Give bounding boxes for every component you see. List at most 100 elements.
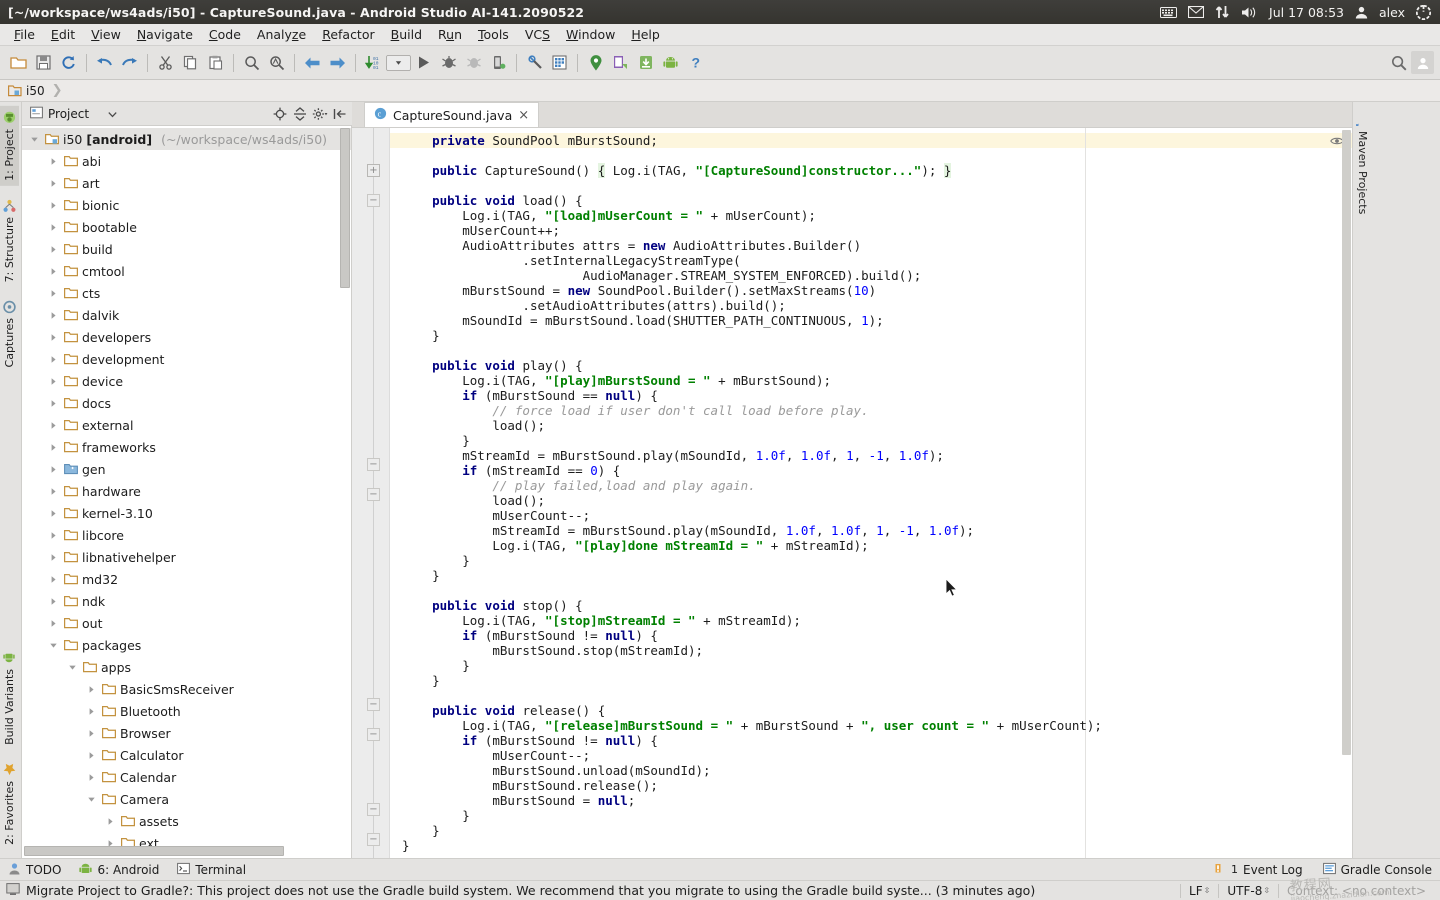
tree-item[interactable]: cts — [22, 282, 351, 304]
redo-icon[interactable] — [117, 50, 142, 75]
tree-item[interactable]: development — [22, 348, 351, 370]
chevron-down-icon[interactable] — [47, 641, 60, 650]
chevron-down-icon[interactable] — [85, 795, 98, 804]
tree-item[interactable]: device — [22, 370, 351, 392]
android-icon[interactable] — [658, 50, 683, 75]
tree-item[interactable]: frameworks — [22, 436, 351, 458]
bottom-item-terminal[interactable]: Terminal — [177, 862, 246, 878]
chevron-down-icon[interactable] — [66, 663, 79, 672]
chevron-right-icon[interactable] — [47, 509, 60, 518]
chevron-down-icon[interactable] — [28, 135, 41, 144]
bottom-item-event-log[interactable]: 1 Event Log — [1214, 863, 1303, 877]
tray-datetime[interactable]: Jul 17 08:53 — [1269, 5, 1344, 20]
menu-code[interactable]: Code — [201, 25, 249, 44]
chevron-right-icon[interactable] — [47, 421, 60, 430]
menu-build[interactable]: Build — [383, 25, 430, 44]
chevron-right-icon[interactable] — [47, 443, 60, 452]
forward-icon[interactable] — [325, 50, 350, 75]
bottom-item-android[interactable]: 6: Android — [79, 862, 159, 878]
chevron-right-icon[interactable] — [47, 399, 60, 408]
tree-item[interactable]: docs — [22, 392, 351, 414]
sidebar-item-project[interactable]: 1: Project — [0, 106, 19, 186]
sdk-manager-icon[interactable] — [522, 50, 547, 75]
tree-item[interactable]: BasicSmsReceiver — [22, 678, 351, 700]
tree-item[interactable]: build — [22, 238, 351, 260]
run-config-dropdown[interactable] — [386, 50, 411, 75]
chevron-right-icon[interactable] — [47, 201, 60, 210]
tree-item[interactable]: packages — [22, 634, 351, 656]
keyboard-icon[interactable] — [1160, 7, 1177, 18]
collapse-all-icon[interactable] — [291, 105, 308, 122]
tree-item[interactable]: ndk — [22, 590, 351, 612]
user-icon[interactable] — [1355, 6, 1368, 19]
tray-username[interactable]: alex — [1379, 5, 1405, 20]
mail-icon[interactable] — [1188, 6, 1204, 18]
tree-item[interactable]: apps — [22, 656, 351, 678]
tree-item[interactable]: libnativehelper — [22, 546, 351, 568]
fold-marker-expanded[interactable]: − — [367, 833, 380, 846]
menu-view[interactable]: View — [83, 25, 129, 44]
chevron-right-icon[interactable] — [47, 289, 60, 298]
code-content[interactable]: private SoundPool mBurstSound; public Ca… — [390, 128, 1352, 858]
chevron-right-icon[interactable] — [47, 311, 60, 320]
tree-item[interactable]: external — [22, 414, 351, 436]
sync-icon[interactable] — [56, 50, 81, 75]
chevron-right-icon[interactable] — [47, 553, 60, 562]
debug-icon[interactable] — [436, 50, 461, 75]
paste-icon[interactable] — [203, 50, 228, 75]
menu-navigate[interactable]: Navigate — [129, 25, 201, 44]
locate-target-icon[interactable] — [271, 105, 288, 122]
save-all-icon[interactable] — [31, 50, 56, 75]
project-tree[interactable]: i50 [android](~/workspace/ws4ads/i50)abi… — [22, 126, 352, 858]
sidebar-item-captures[interactable]: Captures — [0, 295, 19, 372]
fold-marker-expanded[interactable]: − — [367, 728, 380, 741]
info-icon[interactable] — [6, 882, 20, 899]
code-editor[interactable]: + − − − − − − − private SoundPool mBurst… — [352, 128, 1352, 858]
replace-icon[interactable] — [264, 50, 289, 75]
fold-marker-expanded[interactable]: − — [367, 458, 380, 471]
chevron-right-icon[interactable] — [47, 245, 60, 254]
find-icon[interactable] — [239, 50, 264, 75]
menu-refactor[interactable]: Refactor — [314, 25, 382, 44]
tree-item[interactable]: bionic — [22, 194, 351, 216]
bottom-item-gradle-console[interactable]: Gradle Console — [1323, 862, 1432, 878]
tree-item[interactable]: Bluetooth — [22, 700, 351, 722]
chevron-right-icon[interactable] — [47, 223, 60, 232]
layout-inspector-icon[interactable] — [608, 50, 633, 75]
tree-item[interactable]: developers — [22, 326, 351, 348]
cut-icon[interactable] — [153, 50, 178, 75]
status-message[interactable]: Migrate Project to Gradle?: This project… — [26, 883, 1035, 898]
tree-item[interactable]: libcore — [22, 524, 351, 546]
line-separator-indicator[interactable]: LF ⇳ — [1180, 884, 1218, 898]
context-indicator[interactable]: Context: <no context> — [1278, 884, 1434, 898]
project-tree-vertical-scrollbar[interactable] — [340, 128, 350, 288]
chevron-right-icon[interactable] — [85, 773, 98, 782]
project-tree-horizontal-scrollbar[interactable] — [24, 846, 284, 856]
menu-help[interactable]: Help — [623, 25, 668, 44]
search-icon[interactable] — [1386, 50, 1411, 75]
network-icon[interactable] — [1215, 5, 1230, 19]
avd-manager-icon[interactable] — [547, 50, 572, 75]
tree-item[interactable]: bootable — [22, 216, 351, 238]
menu-edit[interactable]: Edit — [43, 25, 83, 44]
tree-item[interactable]: cmtool — [22, 260, 351, 282]
sidebar-item-build-variants[interactable]: Build Variants — [0, 647, 19, 750]
editor-vertical-scrollbar[interactable] — [1342, 130, 1351, 755]
tree-item[interactable]: i50 [android](~/workspace/ws4ads/i50) — [22, 128, 351, 150]
tree-item[interactable]: abi — [22, 150, 351, 172]
coverage-icon[interactable] — [461, 50, 486, 75]
help-icon[interactable]: ? — [683, 50, 708, 75]
sidebar-item-favorites[interactable]: 2: Favorites — [0, 758, 19, 850]
tab-capturesound-java[interactable]: c CaptureSound.java × — [364, 102, 539, 127]
tree-item[interactable]: art — [22, 172, 351, 194]
chevron-right-icon[interactable] — [47, 267, 60, 276]
chevron-right-icon[interactable] — [85, 685, 98, 694]
chevron-right-icon[interactable] — [47, 619, 60, 628]
chevron-right-icon[interactable] — [47, 355, 60, 364]
gps-icon[interactable] — [583, 50, 608, 75]
menu-run[interactable]: Run — [430, 25, 470, 44]
fold-marker-expanded[interactable]: − — [367, 698, 380, 711]
chevron-right-icon[interactable] — [47, 487, 60, 496]
menu-file[interactable]: File — [6, 25, 43, 44]
tree-item[interactable]: Camera — [22, 788, 351, 810]
